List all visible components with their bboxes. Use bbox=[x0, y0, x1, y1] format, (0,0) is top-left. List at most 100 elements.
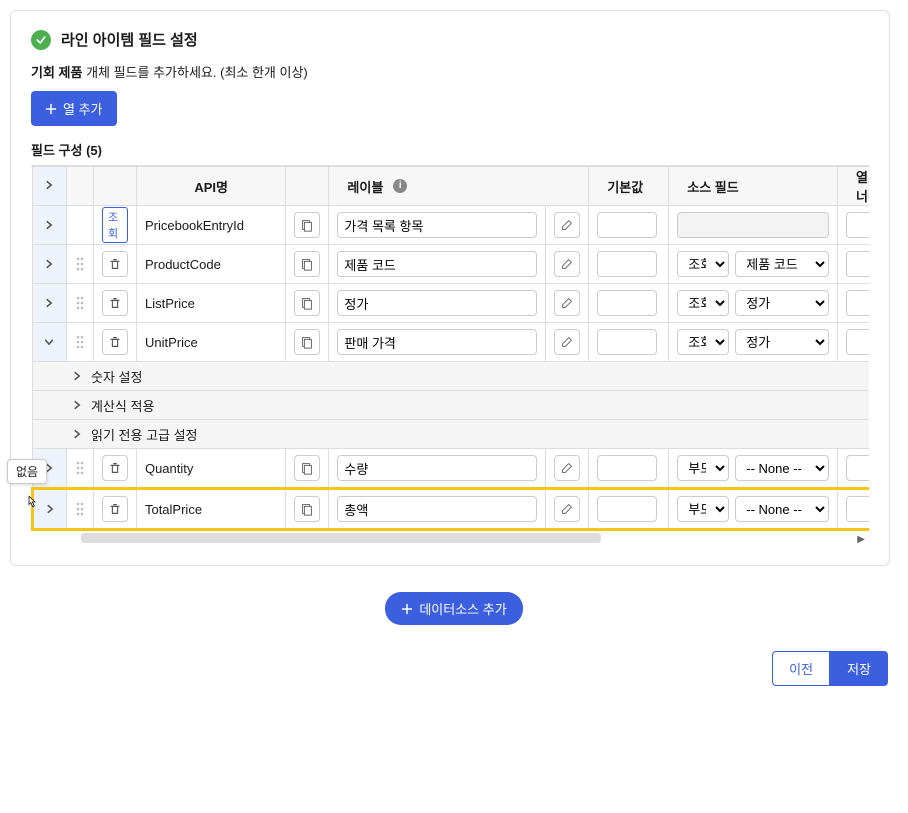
default-input[interactable] bbox=[597, 455, 657, 481]
copy-cell[interactable] bbox=[286, 245, 329, 284]
label-input[interactable] bbox=[337, 212, 537, 238]
sub-section-row[interactable]: 계산식 적용 bbox=[33, 391, 870, 420]
label-input[interactable] bbox=[337, 290, 537, 316]
source-field-select[interactable]: -- None -- bbox=[735, 496, 829, 522]
label-input[interactable] bbox=[337, 455, 537, 481]
save-button[interactable]: 저장 bbox=[830, 651, 888, 686]
chevron-right-icon bbox=[43, 297, 55, 309]
width-input[interactable] bbox=[846, 251, 869, 277]
horizontal-scrollbar[interactable]: ▶ bbox=[31, 533, 869, 545]
width-input[interactable] bbox=[846, 496, 869, 522]
header-expand[interactable] bbox=[33, 167, 67, 206]
default-input[interactable] bbox=[597, 329, 657, 355]
copy-cell[interactable] bbox=[286, 323, 329, 362]
delete-cell[interactable] bbox=[93, 245, 136, 284]
copy-button[interactable] bbox=[294, 212, 320, 238]
source-field-select[interactable]: -- None -- bbox=[735, 455, 829, 481]
sub-section-row[interactable]: 읽기 전용 고급 설정 bbox=[33, 420, 870, 449]
width-cell bbox=[837, 284, 869, 323]
source-mode-select[interactable]: 부모 bbox=[677, 496, 729, 522]
source-mode-select[interactable]: 부모 bbox=[677, 455, 729, 481]
delete-button[interactable] bbox=[102, 290, 128, 316]
drag-cell[interactable] bbox=[66, 245, 93, 284]
scroll-right-icon[interactable]: ▶ bbox=[857, 534, 865, 545]
default-input[interactable] bbox=[597, 290, 657, 316]
scrollbar-thumb[interactable] bbox=[81, 533, 601, 543]
label-input[interactable] bbox=[337, 329, 537, 355]
drag-cell[interactable] bbox=[66, 449, 93, 489]
label-edit-button[interactable] bbox=[554, 329, 580, 355]
expand-cell[interactable] bbox=[33, 206, 67, 245]
label-edit-cell[interactable] bbox=[546, 323, 589, 362]
expand-cell[interactable] bbox=[33, 284, 67, 323]
width-input[interactable] bbox=[846, 212, 869, 238]
source-mode-select[interactable]: 조회 bbox=[677, 290, 729, 316]
copy-cell[interactable] bbox=[286, 489, 329, 530]
copy-button[interactable] bbox=[294, 290, 320, 316]
source-cell bbox=[669, 206, 838, 245]
copy-cell[interactable] bbox=[286, 206, 329, 245]
copy-cell[interactable] bbox=[286, 284, 329, 323]
source-field-select[interactable]: 정가 bbox=[735, 329, 829, 355]
copy-icon bbox=[300, 296, 314, 310]
label-edit-cell[interactable] bbox=[546, 489, 589, 530]
default-cell bbox=[589, 489, 669, 530]
source-field-select[interactable]: 정가 bbox=[735, 290, 829, 316]
chevron-right-icon bbox=[71, 399, 83, 411]
source-field-select[interactable]: 제품 코드 bbox=[735, 251, 829, 277]
expand-cell[interactable] bbox=[33, 245, 67, 284]
width-input[interactable] bbox=[846, 329, 869, 355]
width-input[interactable] bbox=[846, 455, 869, 481]
sub-section-row[interactable]: 숫자 설정 bbox=[33, 362, 870, 391]
label-cell bbox=[329, 245, 546, 284]
default-cell bbox=[589, 245, 669, 284]
default-input[interactable] bbox=[597, 251, 657, 277]
delete-cell[interactable] bbox=[93, 489, 136, 530]
panel-subtitle: 기회 제품 개체 필드를 추가하세요. (최소 한개 이상) bbox=[31, 62, 869, 81]
copy-button[interactable] bbox=[294, 455, 320, 481]
width-cell bbox=[837, 206, 869, 245]
copy-cell[interactable] bbox=[286, 449, 329, 489]
header-width: 열 너비 bbox=[837, 167, 869, 206]
copy-button[interactable] bbox=[294, 496, 320, 522]
drag-cell[interactable] bbox=[66, 284, 93, 323]
source-cell: 부모-- None -- bbox=[669, 449, 838, 489]
label-edit-button[interactable] bbox=[554, 496, 580, 522]
label-edit-button[interactable] bbox=[554, 212, 580, 238]
delete-cell[interactable] bbox=[93, 449, 136, 489]
delete-button[interactable] bbox=[102, 496, 128, 522]
expand-cell[interactable] bbox=[33, 323, 67, 362]
default-input[interactable] bbox=[597, 212, 657, 238]
drag-cell[interactable] bbox=[66, 489, 93, 530]
add-datasource-button[interactable]: 데이터소스 추가 bbox=[385, 592, 522, 625]
label-edit-button[interactable] bbox=[554, 251, 580, 277]
delete-button[interactable] bbox=[102, 455, 128, 481]
footer-buttons: 이전 저장 bbox=[10, 651, 888, 686]
prev-button[interactable]: 이전 bbox=[772, 651, 830, 686]
label-edit-cell[interactable] bbox=[546, 245, 589, 284]
copy-button[interactable] bbox=[294, 329, 320, 355]
info-icon[interactable]: i bbox=[393, 179, 407, 193]
label-edit-cell[interactable] bbox=[546, 449, 589, 489]
label-cell bbox=[329, 323, 546, 362]
width-input[interactable] bbox=[846, 290, 869, 316]
label-edit-button[interactable] bbox=[554, 455, 580, 481]
default-input[interactable] bbox=[597, 496, 657, 522]
add-column-button[interactable]: 열 추가 bbox=[31, 91, 117, 126]
label-input[interactable] bbox=[337, 251, 537, 277]
source-mode-select[interactable]: 조회 bbox=[677, 251, 729, 277]
label-edit-button[interactable] bbox=[554, 290, 580, 316]
label-edit-cell[interactable] bbox=[546, 284, 589, 323]
drag-cell[interactable] bbox=[66, 323, 93, 362]
copy-button[interactable] bbox=[294, 251, 320, 277]
source-mode-select[interactable]: 조회 bbox=[677, 329, 729, 355]
delete-button[interactable] bbox=[102, 251, 128, 277]
delete-cell[interactable] bbox=[93, 284, 136, 323]
table-row: UnitPrice조회정가 bbox=[33, 323, 870, 362]
label-cell bbox=[329, 489, 546, 530]
source-cell: 조회정가 bbox=[669, 284, 838, 323]
delete-cell[interactable] bbox=[93, 323, 136, 362]
label-edit-cell[interactable] bbox=[546, 206, 589, 245]
delete-button[interactable] bbox=[102, 329, 128, 355]
label-input[interactable] bbox=[337, 496, 537, 522]
